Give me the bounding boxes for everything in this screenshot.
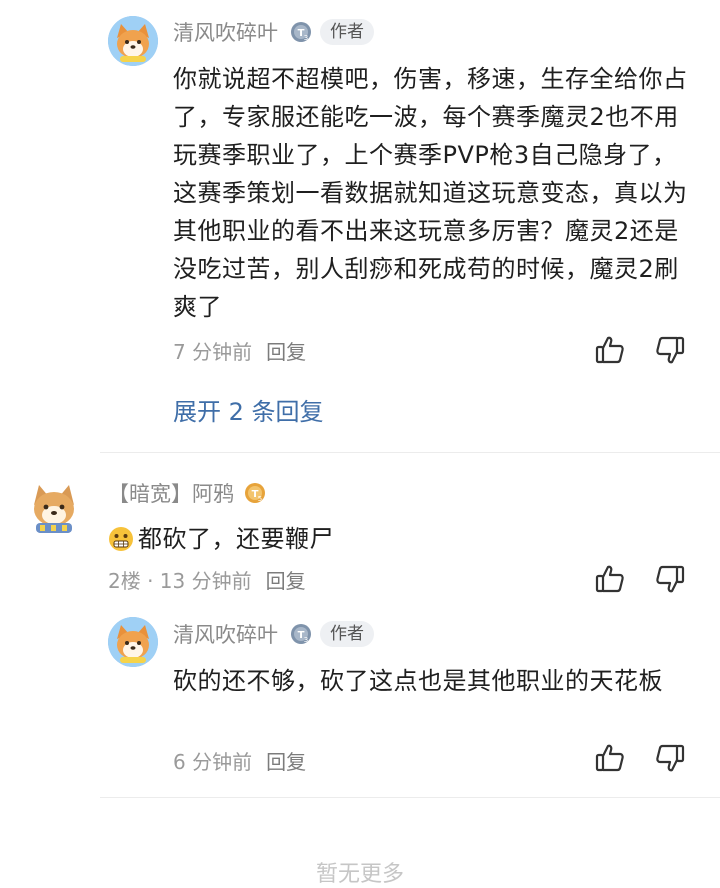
author-name[interactable]: 清风吹碎叶 bbox=[173, 17, 278, 47]
divider bbox=[100, 797, 720, 798]
svg-text:5: 5 bbox=[258, 495, 262, 503]
comment-text: 砍的还不够，砍了这点也是其他职业的天花板 bbox=[173, 667, 663, 695]
author-name[interactable]: 清风吹碎叶 bbox=[173, 619, 278, 649]
dislike-icon[interactable] bbox=[654, 563, 686, 595]
reply-button[interactable]: 回复 bbox=[266, 746, 306, 775]
avatar[interactable] bbox=[108, 16, 158, 66]
comment-text: 你就说超不超模吧，伤害，移速，生存全给你占了，专家服还能吃一波，每个赛季魔灵2也… bbox=[173, 65, 688, 321]
avatar[interactable] bbox=[108, 617, 158, 667]
level-badge-icon: T 3 bbox=[290, 21, 312, 43]
comment-item: 清风吹碎叶 T 3 作者 你就说超不超模吧，伤害，移速，生存全给你占了，专家服还… bbox=[0, 0, 720, 450]
comment-time: 7 分钟前 bbox=[173, 340, 253, 364]
comment-text-body: 都砍了，还要鞭尸 bbox=[138, 525, 334, 553]
comment-text: 都砍了，还要鞭尸 bbox=[108, 520, 688, 558]
comment-item: 【暗宽】阿鸦 T 5 都砍了，还要鞭尸 2楼 · 13 分钟前 回复 清风吹碎叶… bbox=[0, 453, 720, 803]
svg-text:3: 3 bbox=[304, 636, 308, 644]
shiba-avatar-icon bbox=[108, 16, 158, 66]
author-badge: 作者 bbox=[320, 621, 374, 647]
dislike-icon[interactable] bbox=[654, 334, 686, 366]
level-badge-icon: T 5 bbox=[244, 482, 266, 504]
author-badge: 作者 bbox=[320, 19, 374, 45]
shiba-avatar-icon bbox=[24, 477, 84, 537]
like-icon[interactable] bbox=[594, 563, 626, 595]
author-name[interactable]: 【暗宽】阿鸦 bbox=[108, 478, 234, 508]
comment-time: 6 分钟前 bbox=[173, 750, 253, 774]
dislike-icon[interactable] bbox=[654, 742, 686, 774]
like-icon[interactable] bbox=[594, 742, 626, 774]
shiba-avatar-icon bbox=[108, 617, 158, 667]
level-badge-icon: T 3 bbox=[290, 623, 312, 645]
like-icon[interactable] bbox=[594, 334, 626, 366]
avatar[interactable] bbox=[24, 477, 84, 537]
floor-and-time: 2楼 · 13 分钟前 bbox=[108, 569, 252, 593]
expand-replies-link[interactable]: 展开 2 条回复 bbox=[173, 392, 324, 427]
reply-button[interactable]: 回复 bbox=[266, 336, 306, 365]
no-more-indicator: 暂无更多 bbox=[315, 862, 404, 887]
svg-text:3: 3 bbox=[304, 34, 308, 42]
reply-button[interactable]: 回复 bbox=[266, 565, 306, 594]
grimace-emoji-icon bbox=[108, 526, 134, 552]
